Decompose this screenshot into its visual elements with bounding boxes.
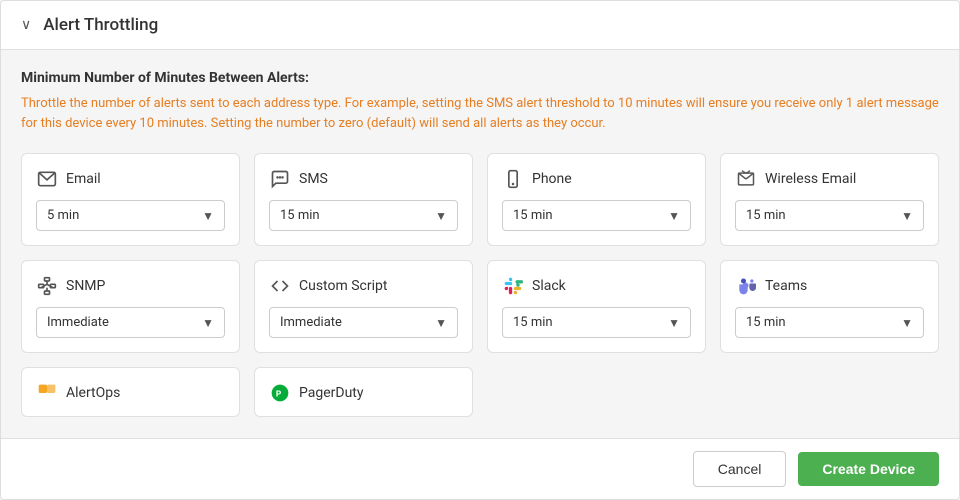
footer-section: Cancel Create Device [1,438,959,499]
custom-script-select[interactable]: Immediate ▼ [269,307,458,338]
snmp-select[interactable]: Immediate ▼ [36,307,225,338]
custom-script-label: Custom Script [299,278,387,294]
pagerduty-label: PagerDuty [299,385,364,401]
teams-label: Teams [765,278,807,294]
email-select-arrow-icon: ▼ [202,209,214,223]
email-icon [36,168,58,190]
wireless-email-icon [735,168,757,190]
header-section: ∨ Alert Throttling [1,1,959,50]
teams-icon [735,275,757,297]
cards-row-2: SNMP Immediate ▼ Custom Script [21,260,939,353]
sms-select-arrow-icon: ▼ [435,209,447,223]
phone-select[interactable]: 15 min ▼ [502,200,691,231]
alertops-label: AlertOps [66,385,120,401]
teams-card: Teams 15 min ▼ [720,260,939,353]
alertops-icon [36,382,58,404]
email-select[interactable]: 5 min ▼ [36,200,225,231]
section-description: Throttle the number of alerts sent to ea… [21,94,939,133]
slack-card: Slack 15 min ▼ [487,260,706,353]
email-card-header: Email [36,168,225,190]
phone-icon [502,168,524,190]
teams-select[interactable]: 15 min ▼ [735,307,924,338]
wireless-email-select-arrow-icon: ▼ [901,209,913,223]
slack-label: Slack [532,278,566,294]
sms-select[interactable]: 15 min ▼ [269,200,458,231]
wireless-email-label: Wireless Email [765,171,856,187]
email-select-value: 5 min [47,208,79,223]
snmp-label: SNMP [66,278,105,294]
custom-script-card: Custom Script Immediate ▼ [254,260,473,353]
snmp-icon [36,275,58,297]
email-label: Email [66,171,101,187]
page-title: Alert Throttling [43,15,158,35]
cards-row-1: Email 5 min ▼ [21,153,939,246]
teams-select-arrow-icon: ▼ [901,316,913,330]
pagerduty-icon: P [269,382,291,404]
slack-select-arrow-icon: ▼ [668,316,680,330]
pagerduty-card-header: P PagerDuty [269,382,458,404]
teams-select-value: 15 min [746,315,786,330]
wireless-email-select[interactable]: 15 min ▼ [735,200,924,231]
email-card: Email 5 min ▼ [21,153,240,246]
content-section: Minimum Number of Minutes Between Alerts… [1,50,959,438]
wireless-email-card: Wireless Email 15 min ▼ [720,153,939,246]
wireless-email-select-value: 15 min [746,208,786,223]
phone-select-value: 15 min [513,208,553,223]
slack-select-value: 15 min [513,315,553,330]
alertops-card: AlertOps [21,367,240,417]
slack-icon [502,275,524,297]
phone-select-arrow-icon: ▼ [668,209,680,223]
slack-select[interactable]: 15 min ▼ [502,307,691,338]
teams-card-header: Teams [735,275,924,297]
snmp-card-header: SNMP [36,275,225,297]
custom-script-card-header: Custom Script [269,275,458,297]
chevron-down-icon[interactable]: ∨ [21,17,31,33]
custom-script-select-arrow-icon: ▼ [435,316,447,330]
wireless-email-card-header: Wireless Email [735,168,924,190]
sms-label: SMS [299,171,328,187]
snmp-select-arrow-icon: ▼ [202,316,214,330]
svg-text:P: P [276,389,282,399]
cards-row-3: AlertOps P PagerDuty [21,367,939,417]
snmp-select-value: Immediate [47,315,109,330]
cancel-button[interactable]: Cancel [693,451,787,487]
main-container: ∨ Alert Throttling Minimum Number of Min… [0,0,960,500]
custom-script-icon [269,275,291,297]
phone-card: Phone 15 min ▼ [487,153,706,246]
sms-select-value: 15 min [280,208,320,223]
sms-card: SMS 15 min ▼ [254,153,473,246]
pagerduty-card: P PagerDuty [254,367,473,417]
phone-label: Phone [532,171,572,187]
alertops-card-header: AlertOps [36,382,225,404]
custom-script-select-value: Immediate [280,315,342,330]
section-label: Minimum Number of Minutes Between Alerts… [21,70,939,86]
sms-card-header: SMS [269,168,458,190]
create-device-button[interactable]: Create Device [798,452,939,486]
sms-icon [269,168,291,190]
phone-card-header: Phone [502,168,691,190]
slack-card-header: Slack [502,275,691,297]
snmp-card: SNMP Immediate ▼ [21,260,240,353]
